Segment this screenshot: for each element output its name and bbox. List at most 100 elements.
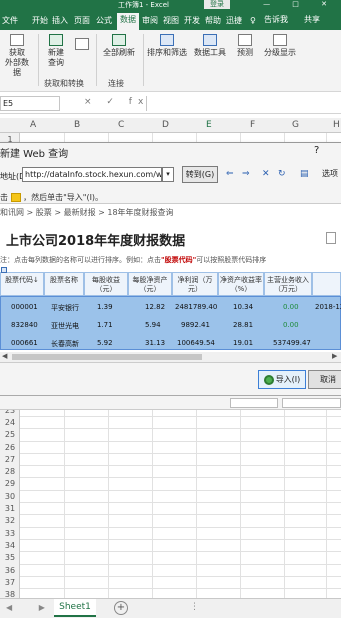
refresh-all-button[interactable]: 全部刷新 [98, 34, 140, 58]
forward-icon[interactable]: ⇒ [242, 169, 250, 179]
data-tools-icon [203, 34, 217, 46]
column-header[interactable]: D [162, 120, 169, 130]
breadcrumb[interactable]: 和讯网 > 股票 > 最新财报 > 18年年度财报查询 [0, 207, 174, 218]
grid-line [20, 563, 341, 565]
sheet-nav-arrows[interactable]: ◀ ▶ [6, 603, 57, 612]
table-header-net-profit[interactable]: 净利润（万元） [172, 272, 218, 296]
data-tools-button[interactable]: 数据工具 [192, 34, 228, 58]
column-header[interactable]: C [118, 120, 124, 130]
row-header[interactable]: 33 [0, 529, 20, 538]
table-cell: 2481789.40 [175, 303, 218, 311]
ribbon: 获取 外部数据 新建 查询 全部刷新 排序和筛选 数据工具 预测 分级显示 获取… [0, 30, 341, 92]
horizontal-scrollbar[interactable]: ◀ ▶ [0, 352, 341, 362]
address-input[interactable]: http://dataInfo.stock.hexun.com/whole [22, 167, 162, 182]
grid-line [20, 526, 341, 528]
scroll-right-icon[interactable]: ▶ [332, 352, 337, 360]
grid-line [20, 588, 341, 590]
web-page-preview[interactable]: 和讯网 > 股票 > 最新财报 > 18年年度财报查询 上市公司2018年年度财… [0, 203, 341, 363]
row-header[interactable]: 34 [0, 541, 20, 550]
sheet-tab[interactable]: Sheet1 [54, 599, 96, 617]
formula-icons[interactable]: × ✓ fx [84, 97, 149, 107]
save-query-icon[interactable]: ▤ [300, 169, 309, 179]
column-header[interactable]: G [292, 120, 299, 130]
row-header[interactable]: 36 [0, 566, 20, 575]
tab-formulas[interactable]: 公式 [96, 14, 112, 30]
tab-page-layout[interactable]: 页面 [74, 14, 90, 30]
get-external-data-button[interactable]: 获取 外部数据 [2, 34, 32, 78]
tab-data[interactable]: 数据 [117, 13, 139, 30]
hint-prefix: 击 [0, 193, 8, 202]
tab-insert[interactable]: 插入 [52, 14, 68, 30]
name-box[interactable]: E5 [0, 96, 60, 111]
column-header[interactable]: B [74, 120, 80, 130]
financial-table[interactable]: 股票代码↓ 股票名称 每股收益（元） 每股净资产（元） 净利润（万元） 净资产收… [0, 267, 341, 350]
row-header[interactable]: 26 [0, 443, 20, 452]
selected-table-body[interactable]: 000001 平安银行 1.39 12.82 2481789.40 10.34 … [0, 267, 341, 350]
table-cell: 000001 [11, 303, 38, 311]
tab-file[interactable]: 文件 [2, 14, 18, 30]
status-box [282, 398, 341, 408]
table-header-stock-code[interactable]: 股票代码↓ [0, 272, 44, 296]
column-header[interactable]: H [333, 120, 340, 130]
column-header[interactable]: A [30, 120, 36, 130]
row-header[interactable]: 35 [0, 553, 20, 562]
goto-button[interactable]: 转到(G) [182, 166, 218, 183]
login-button[interactable]: 登录 [204, 0, 230, 9]
help-button[interactable]: ? [314, 145, 319, 156]
window-controls[interactable]: — □ ✕ [263, 0, 337, 8]
tab-developer[interactable]: 开发 [184, 14, 200, 30]
table-cell: 长春高新 [51, 340, 79, 348]
options-button[interactable]: 选项 [322, 168, 338, 179]
row-header[interactable]: 30 [0, 492, 20, 501]
sort-filter-button[interactable]: 排序和筛选 [146, 34, 188, 58]
outline-button[interactable]: 分级显示 [262, 34, 298, 58]
lightbulb-icon: ♀ [250, 16, 256, 25]
back-icon[interactable]: ⇐ [226, 169, 234, 179]
share-button[interactable]: 共享 [304, 14, 320, 25]
row-header[interactable]: 28 [0, 467, 20, 476]
grid-line [20, 551, 341, 553]
sheet-tab-bar: ◀ ▶ Sheet1 + ⋮ [0, 598, 341, 618]
row-header[interactable]: 29 [0, 479, 20, 488]
scrollbar-thumb[interactable] [12, 354, 202, 360]
row-header[interactable]: 31 [0, 504, 20, 513]
tab-view[interactable]: 视图 [163, 14, 179, 30]
scroll-left-icon[interactable]: ◀ [2, 352, 7, 360]
row-header[interactable]: 27 [0, 455, 20, 464]
group-label-get-transform: 获取和转换 [44, 79, 84, 88]
tab-review[interactable]: 审阅 [142, 14, 158, 30]
column-header-selected[interactable]: E [206, 120, 212, 130]
tab-help[interactable]: 帮助 [205, 14, 221, 30]
table-header-eps[interactable]: 每股收益（元） [84, 272, 128, 296]
cancel-button[interactable]: 取消 [308, 370, 341, 389]
grid-line [20, 538, 341, 540]
row-header[interactable]: 32 [0, 516, 20, 525]
more-sheets-icon[interactable]: ⋮ [190, 602, 199, 612]
table-header-revenue[interactable]: 主营业务收入（万元） [264, 272, 312, 296]
new-query-button[interactable]: 新建 查询 [42, 34, 70, 68]
add-sheet-button[interactable]: + [114, 601, 128, 615]
stop-icon[interactable]: ✕ [262, 169, 270, 179]
row-header[interactable]: 25 [0, 430, 20, 439]
import-button[interactable]: 导入(I) [258, 370, 306, 389]
address-dropdown-button[interactable]: ▾ [162, 167, 174, 182]
formula-input[interactable] [146, 96, 341, 111]
tell-me-search[interactable]: 告诉我 [264, 14, 288, 25]
refresh-icon[interactable]: ↻ [278, 169, 286, 179]
tab-xunjie[interactable]: 迅捷 [226, 14, 242, 30]
row-header[interactable]: 37 [0, 578, 20, 587]
column-header[interactable]: F [250, 120, 255, 130]
table-select-marker[interactable] [1, 267, 7, 273]
table-header-nav-per-share[interactable]: 每股净资产（元） [128, 272, 172, 296]
forecast-button[interactable]: 预测 [234, 34, 256, 58]
tab-home[interactable]: 开始 [32, 14, 48, 30]
ribbon-divider [96, 34, 97, 86]
row-header[interactable]: 24 [0, 418, 20, 427]
table-header-date[interactable] [312, 272, 341, 296]
table-cell: 31.13 [145, 339, 166, 347]
grid-line [20, 465, 341, 467]
grid-line [20, 428, 341, 430]
table-header-stock-name[interactable]: 股票名称 [44, 272, 84, 296]
table-header-roe[interactable]: 净资产收益率（%） [218, 272, 264, 296]
query-tools-button[interactable] [72, 38, 92, 52]
